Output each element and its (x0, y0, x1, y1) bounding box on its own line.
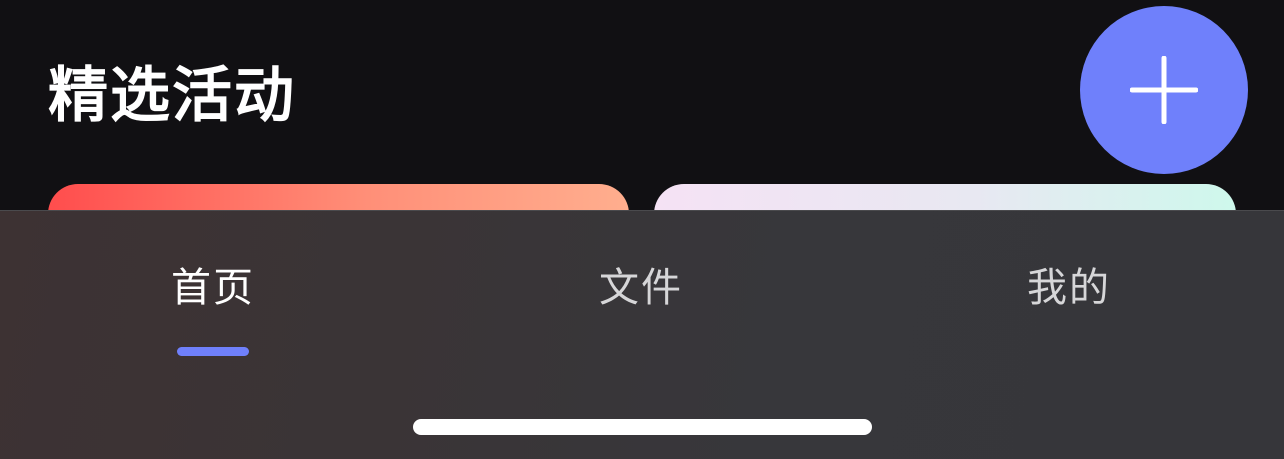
active-tab-indicator (177, 347, 249, 356)
tab-mine[interactable]: 我的 (959, 253, 1179, 373)
section-title: 精选活动 (48, 61, 296, 131)
home-indicator[interactable] (413, 419, 872, 435)
tab-home[interactable]: 首页 (103, 253, 323, 373)
add-button[interactable] (1080, 6, 1248, 174)
plus-icon (1130, 56, 1198, 124)
tab-mine-label: 我的 (1027, 265, 1111, 311)
tab-home-label: 首页 (171, 265, 255, 311)
tab-files-label: 文件 (599, 265, 683, 311)
app-screen: 精选活动 首页 文件 我的 (0, 0, 1284, 459)
tab-files[interactable]: 文件 (531, 253, 751, 373)
